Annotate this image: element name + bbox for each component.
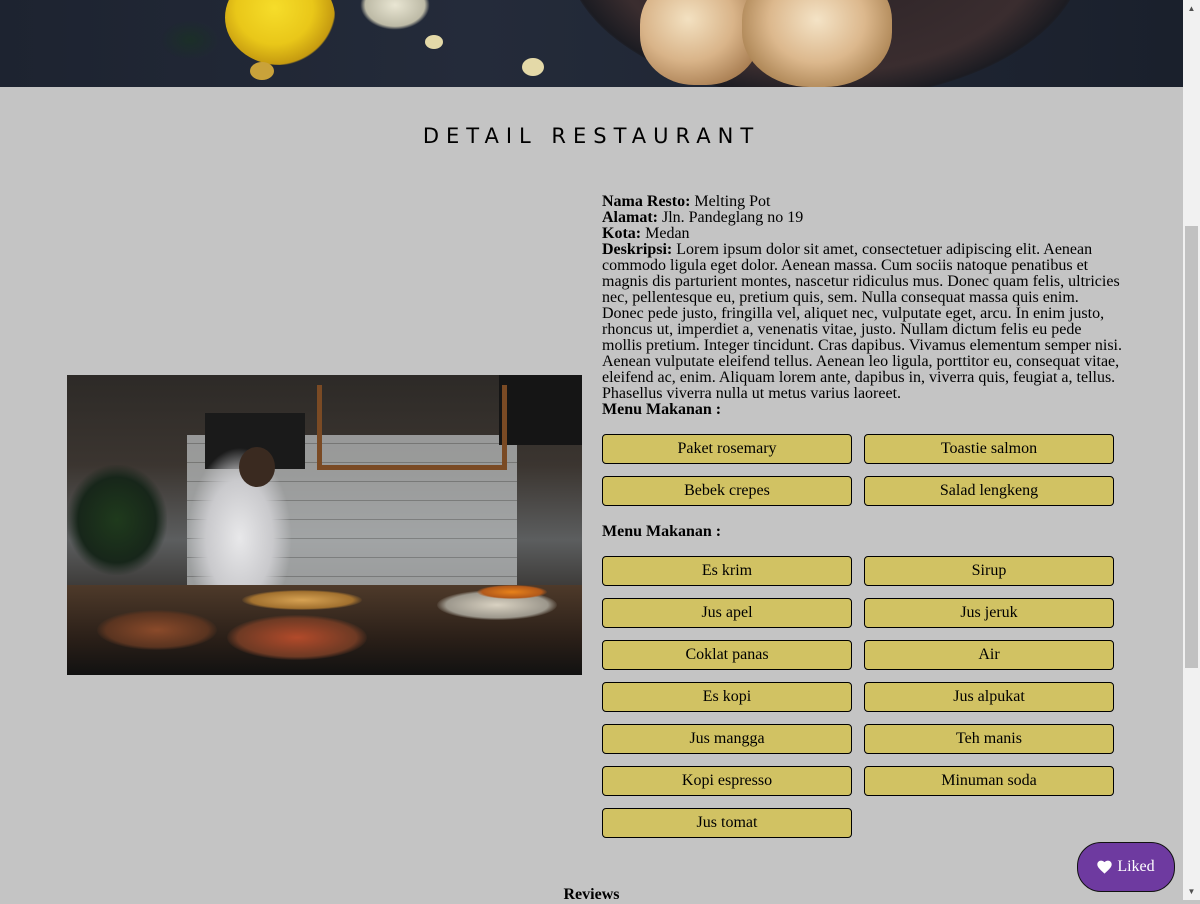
restaurant-name: Nama Resto: Melting Pot bbox=[602, 193, 771, 210]
scrollbar-thumb[interactable] bbox=[1185, 226, 1198, 668]
drink-menu-item[interactable]: Jus apel bbox=[602, 598, 852, 628]
restaurant-address: Alamat: Jln. Pandeglang no 19 bbox=[602, 209, 804, 226]
like-button[interactable]: Liked bbox=[1077, 842, 1175, 892]
food-menu-item[interactable]: Toastie salmon bbox=[864, 434, 1114, 464]
drink-menu-item[interactable]: Jus tomat bbox=[602, 808, 852, 838]
hero-banner-image bbox=[0, 0, 1183, 87]
drink-menu-item[interactable]: Jus jeruk bbox=[864, 598, 1114, 628]
page-title: DETAIL RESTAURANT bbox=[422, 124, 761, 148]
restaurant-detail: Nama Resto: Melting Pot Alamat: Jln. Pan… bbox=[602, 194, 1122, 402]
restaurant-description: Deskripsi: Lorem ipsum dolor sit amet, c… bbox=[602, 241, 1122, 402]
drink-menu-item[interactable]: Coklat panas bbox=[602, 640, 852, 670]
food-menu-item[interactable]: Bebek crepes bbox=[602, 476, 852, 506]
drink-menu-item[interactable]: Sirup bbox=[864, 556, 1114, 586]
scroll-up-arrow-icon[interactable]: ▲ bbox=[1183, 0, 1200, 17]
scroll-down-arrow-icon[interactable]: ▼ bbox=[1183, 883, 1200, 900]
food-menu-item[interactable]: Paket rosemary bbox=[602, 434, 852, 464]
drink-menu-item[interactable]: Teh manis bbox=[864, 724, 1114, 754]
drink-menu-item[interactable]: Air bbox=[864, 640, 1114, 670]
restaurant-city: Kota: Medan bbox=[602, 225, 690, 242]
drink-menu-item[interactable]: Jus mangga bbox=[602, 724, 852, 754]
food-menu-item[interactable]: Salad lengkeng bbox=[864, 476, 1114, 506]
drink-menu-item[interactable]: Es kopi bbox=[602, 682, 852, 712]
like-button-label: Liked bbox=[1117, 858, 1155, 875]
restaurant-photo bbox=[67, 375, 582, 675]
drink-menu-item[interactable]: Jus alpukat bbox=[864, 682, 1114, 712]
vertical-scrollbar[interactable]: ▲ ▼ bbox=[1183, 0, 1200, 900]
drink-menu-item[interactable]: Minuman soda bbox=[864, 766, 1114, 796]
drink-menu-item[interactable]: Kopi espresso bbox=[602, 766, 852, 796]
drink-menu-item[interactable]: Es krim bbox=[602, 556, 852, 586]
heart-icon bbox=[1097, 860, 1113, 874]
food-menu-heading: Menu Makanan : bbox=[602, 401, 722, 418]
drink-menu-heading: Menu Makanan : bbox=[602, 523, 722, 540]
reviews-heading: Reviews bbox=[563, 886, 620, 903]
